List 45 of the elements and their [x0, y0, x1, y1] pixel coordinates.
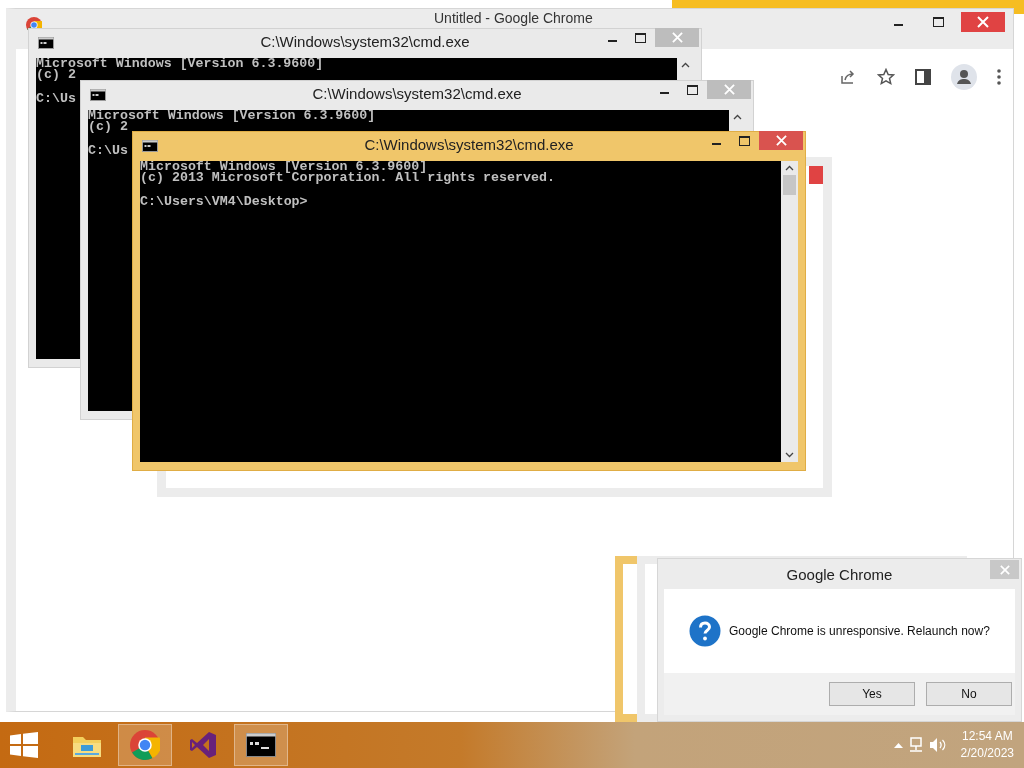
scrollbar-thumb[interactable]: [783, 175, 796, 195]
close-icon: [723, 84, 735, 95]
share-icon[interactable]: [839, 68, 857, 86]
console-prompt: C:\Us: [88, 145, 128, 156]
dialog-title: Google Chrome: [786, 565, 893, 583]
console-icon: [90, 89, 106, 101]
dialog-message: Google Chrome is unresponsive. Relaunch now?: [729, 624, 990, 638]
close-icon: [977, 16, 989, 28]
menu-icon[interactable]: [997, 69, 1001, 85]
console-icon: [38, 37, 54, 49]
chrome-logo-icon: [130, 730, 160, 760]
console-line: (c) 2: [88, 121, 128, 132]
scroll-down-button[interactable]: [785, 452, 794, 458]
console-line: (c) 2: [36, 69, 76, 80]
start-icon[interactable]: [10, 732, 38, 758]
star-icon[interactable]: [877, 68, 895, 86]
console-icon: [246, 733, 276, 757]
console-prompt: C:\Users\VM4\Desktop>: [140, 196, 308, 207]
close-icon: [999, 564, 1010, 575]
console-icon: [142, 140, 158, 152]
clock-date: 2/20/2023: [960, 745, 1014, 762]
side-panel-icon[interactable]: [915, 69, 931, 85]
window-title: C:\Windows\system32\cmd.exe: [312, 85, 522, 102]
infinity-logo-icon: [188, 730, 218, 760]
dialog-button[interactable]: No: [926, 682, 1012, 706]
question-icon: [689, 615, 721, 647]
console-line: Microsoft Windows [Version 6.3.9600]: [140, 161, 428, 172]
console-prompt: C:\Us: [36, 93, 76, 104]
close-icon: [671, 32, 683, 43]
taskbar-app[interactable]: [234, 724, 288, 766]
window-title: C:\Windows\system32\cmd.exe: [364, 136, 574, 153]
scroll-up-button[interactable]: [681, 62, 690, 68]
close-icon: [775, 135, 787, 146]
profile-icon[interactable]: [951, 64, 977, 90]
scroll-up-button[interactable]: [785, 165, 794, 171]
close-button[interactable]: [759, 131, 803, 150]
window-title: Untitled - Google Chrome: [434, 10, 593, 26]
console-line: (c) 2013 Microsoft Corporation. All rights reserved.: [140, 172, 555, 183]
clock-time: 12:54 AM: [961, 728, 1013, 745]
console-line: Microsoft Windows [Version 6.3.9600]: [88, 110, 376, 121]
close-button[interactable]: [961, 12, 1005, 32]
scroll-up-button[interactable]: [733, 114, 742, 120]
window-title: C:\Windows\system32\cmd.exe: [260, 33, 470, 50]
dialog-button[interactable]: Yes: [829, 682, 915, 706]
console-line: Microsoft Windows [Version 6.3.9600]: [36, 58, 324, 69]
